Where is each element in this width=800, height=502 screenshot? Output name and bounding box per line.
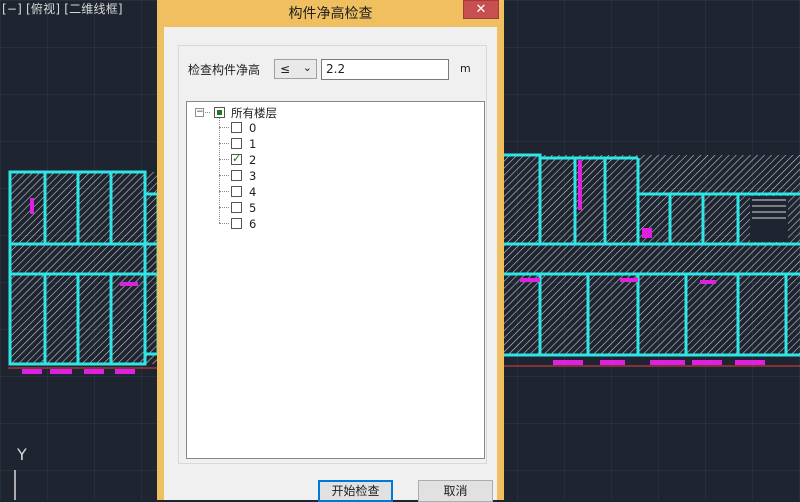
floor-label: 3 [249, 169, 257, 183]
floor-checkbox[interactable] [231, 186, 242, 197]
dialog-client-area: 检查构件净高 ≤ ⌄ 2.2 m − 所有楼层 0 1 ✓ 2 3 4 5 6 … [164, 27, 497, 502]
floor-checkbox[interactable] [231, 202, 242, 213]
tree-connector [219, 207, 229, 208]
comparison-operator-select[interactable]: ≤ ⌄ [274, 59, 317, 79]
tree-root-row[interactable]: − 所有楼层 [187, 105, 477, 120]
floor-plan-left [8, 170, 160, 374]
unit-label: m [460, 62, 471, 75]
tree-floor-row[interactable]: 3 [187, 169, 477, 183]
floor-checkbox[interactable] [231, 170, 242, 181]
floor-plan-right [504, 153, 800, 367]
height-value-input[interactable]: 2.2 [321, 59, 449, 80]
close-button[interactable]: ✕ [463, 0, 499, 19]
operator-value: ≤ [280, 62, 291, 76]
axis-y-label: Y [16, 445, 27, 464]
floor-checkbox[interactable] [231, 152, 242, 165]
root-checkbox[interactable] [214, 107, 225, 118]
tree-floor-row[interactable]: 5 [187, 201, 477, 215]
close-icon: ✕ [475, 2, 487, 17]
collapse-icon[interactable]: − [195, 108, 204, 117]
height-label: 检查构件净高 [188, 63, 261, 77]
floor-checkbox[interactable] [231, 138, 242, 149]
floor-checkbox[interactable] [231, 218, 242, 229]
tree-connector [219, 127, 229, 128]
cancel-button[interactable]: 取消 [418, 480, 493, 502]
dialog-titlebar[interactable]: 构件净高检查 ✕ [157, 0, 504, 22]
tree-connector [219, 223, 229, 224]
tree-connector [219, 191, 229, 192]
dialog-title: 构件净高检查 [288, 6, 373, 22]
floor-label: 1 [249, 137, 257, 151]
floor-label: 4 [249, 185, 257, 199]
tree-floor-row[interactable]: 4 [187, 185, 477, 199]
floor-label: 2 [249, 153, 257, 167]
tree-connector [219, 175, 229, 176]
tree-floor-row[interactable]: 1 [187, 137, 477, 151]
clear-height-check-dialog: 构件净高检查 ✕ 检查构件净高 ≤ ⌄ 2.2 m − 所有楼层 0 1 ✓ 2… [157, 0, 504, 502]
floor-label: 5 [249, 201, 257, 215]
floor-label: 6 [249, 217, 257, 231]
floor-label: 0 [249, 121, 257, 135]
tree-connector [219, 143, 229, 144]
floor-tree[interactable]: − 所有楼层 0 1 2 3 [186, 101, 485, 459]
tree-floor-row[interactable]: 2 [187, 152, 477, 167]
chevron-down-icon: ⌄ [302, 61, 312, 74]
tree-floor-row[interactable]: 6 [187, 217, 477, 231]
tree-connector [219, 159, 229, 160]
floor-checkbox[interactable] [231, 122, 242, 133]
root-label: 所有楼层 [231, 106, 277, 120]
tree-floor-row[interactable]: 0 [187, 121, 477, 135]
viewport-controls-label[interactable]: [−] [俯视] [二维线框] [2, 0, 123, 17]
start-check-button[interactable]: 开始检查 [318, 480, 393, 502]
